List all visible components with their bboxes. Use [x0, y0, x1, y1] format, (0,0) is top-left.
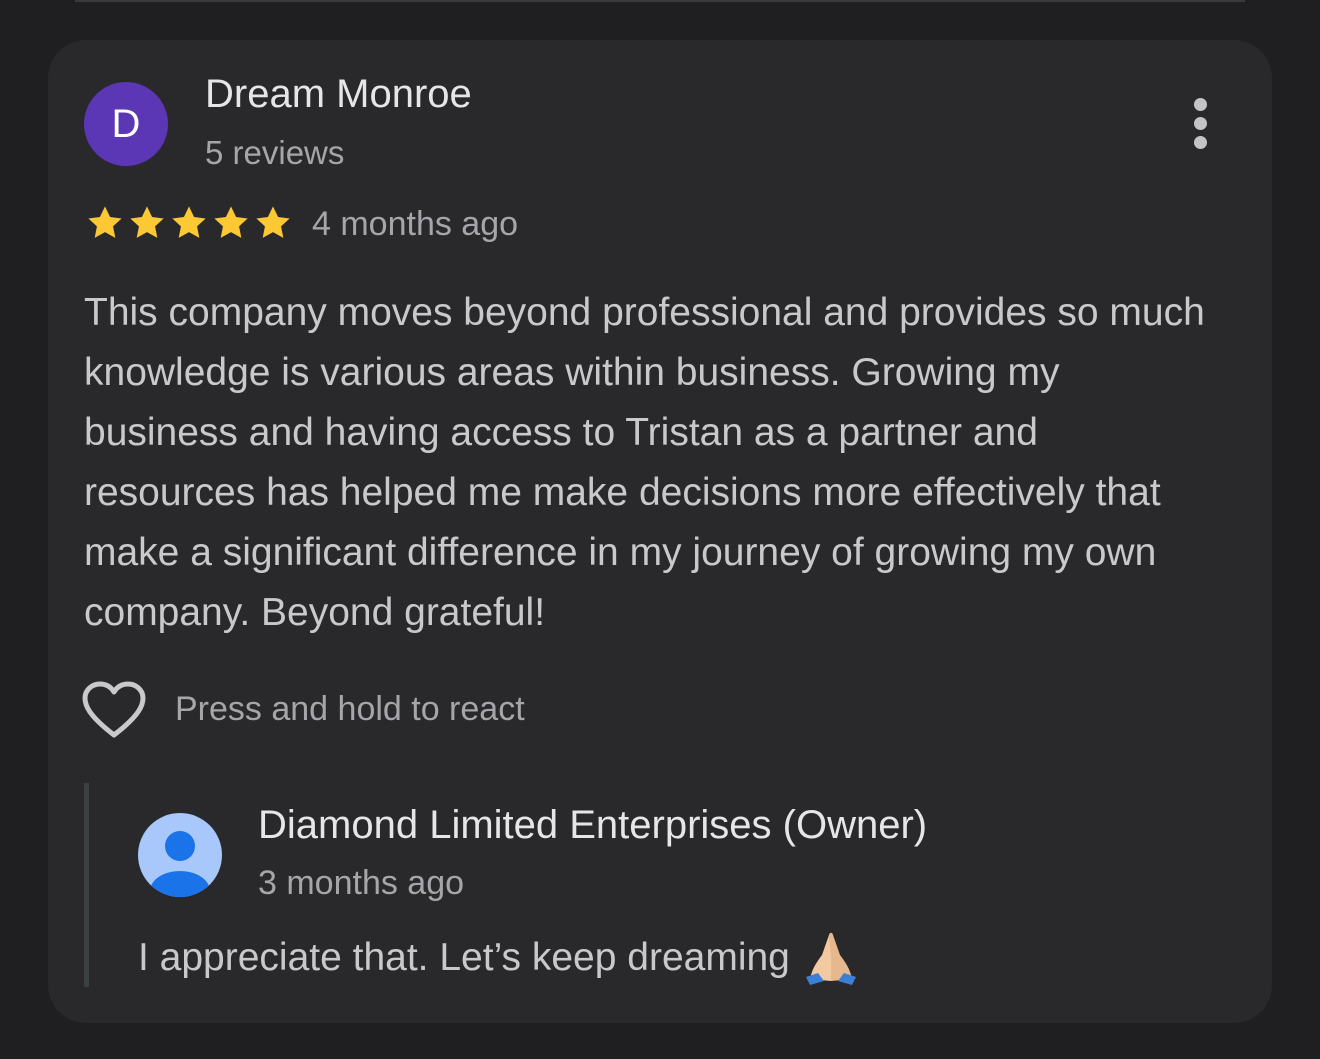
review-date: 4 months ago [312, 205, 519, 243]
reviewer-review-count: 5 reviews [205, 134, 345, 171]
owner-reply-text: I appreciate that. Let’s keep dreaming [138, 936, 790, 979]
star-icon [214, 206, 248, 238]
reply-divider [84, 783, 89, 987]
star-icon [88, 206, 122, 238]
folded-hands-icon [805, 932, 856, 985]
owner-reply: I appreciate that. Let’s keep dreaming [138, 931, 860, 985]
owner-reply-date: 3 months ago [258, 864, 465, 902]
star-rating [84, 202, 294, 246]
react-hint: Press and hold to react [175, 690, 525, 728]
heart-outline-icon [82, 681, 146, 738]
more-options-button[interactable] [1176, 92, 1224, 156]
owner-avatar [138, 813, 222, 897]
star-icon [130, 206, 164, 238]
review-text: This company moves beyond professional a… [84, 291, 1205, 634]
reviewer-avatar-letter: D [111, 101, 141, 146]
star-icon [256, 206, 290, 238]
default-user-avatar-icon [138, 813, 222, 897]
previous-card-edge [75, 0, 1245, 2]
reviewer-avatar[interactable]: D [84, 82, 168, 166]
react-button[interactable] [82, 681, 146, 741]
owner-name: Diamond Limited Enterprises (Owner) [258, 803, 928, 847]
star-icon [172, 206, 206, 238]
reviewer-name[interactable]: Dream Monroe [205, 72, 472, 117]
